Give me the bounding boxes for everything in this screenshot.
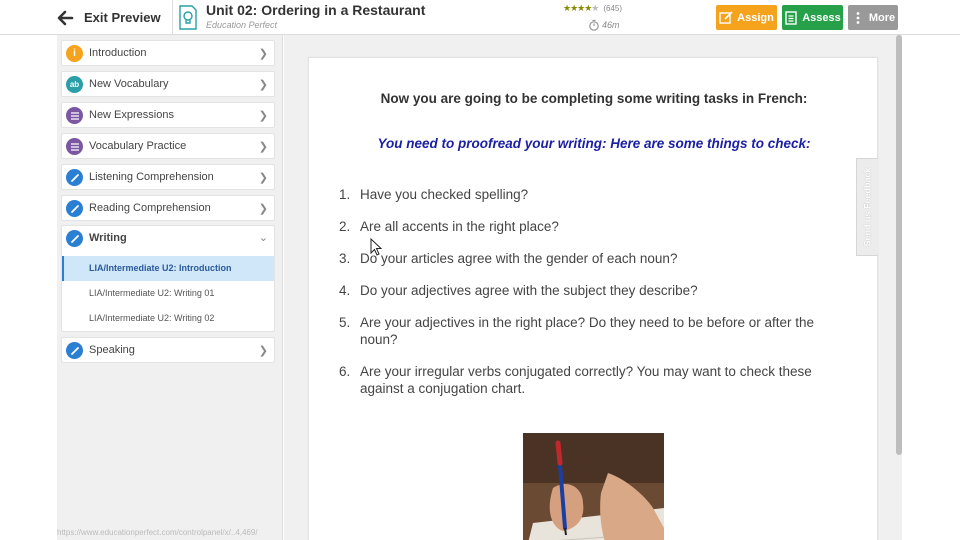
sidebar-item-label: Reading Comprehension — [89, 202, 211, 214]
sidebar-group-writing: Writing ⌄ LIA/Intermediate U2: Introduct… — [61, 225, 275, 332]
duration-text: 46m — [602, 20, 620, 30]
sidebar-item-new-expressions[interactable]: New Expressions ❯ — [61, 102, 275, 128]
content-page: Now you are going to be completing some … — [308, 57, 878, 540]
content-instruction: You need to proofread your writing: Here… — [377, 136, 811, 151]
assess-button[interactable]: Assess — [782, 5, 843, 30]
info-icon: i — [66, 45, 83, 62]
pencil-icon — [66, 342, 83, 359]
sidebar-item-reading-comprehension[interactable]: Reading Comprehension ❯ — [61, 195, 275, 221]
list-item: 2. Are all accents in the right place? — [339, 219, 559, 234]
sidebar-item-writing[interactable]: Writing ⌄ — [62, 226, 274, 252]
sidebar-item-speaking[interactable]: Speaking ❯ — [61, 337, 275, 363]
sidebar-subitem-label: LIA/Intermediate U2: Writing 01 — [89, 288, 215, 298]
chevron-right-icon: ❯ — [258, 48, 268, 60]
mouse-cursor-icon — [370, 238, 382, 256]
stopwatch-icon — [589, 19, 599, 31]
list-item: 4. Do your adjectives agree with the subj… — [339, 283, 698, 298]
main-content: Now you are going to be completing some … — [284, 35, 902, 540]
pencil-icon — [66, 230, 83, 247]
sidebar-item-label: Vocabulary Practice — [89, 140, 187, 152]
assign-icon — [719, 10, 733, 24]
chevron-right-icon: ❯ — [258, 203, 268, 215]
chevron-right-icon: ❯ — [258, 172, 268, 184]
more-vertical-icon — [856, 11, 860, 24]
sidebar-item-listening-comprehension[interactable]: Listening Comprehension ❯ — [61, 164, 275, 190]
status-bar-url: https://www.educationperfect.com/control… — [57, 528, 258, 537]
divider — [172, 0, 173, 35]
content-scrollbar[interactable] — [896, 35, 902, 455]
sidebar-subitem-writing-02[interactable]: LIA/Intermediate U2: Writing 02 — [62, 306, 274, 331]
chevron-right-icon: ❯ — [258, 141, 268, 153]
pencil-icon — [66, 200, 83, 217]
sidebar-item-label: Introduction — [89, 47, 147, 59]
sidebar-subitem-writing-introduction[interactable]: LIA/Intermediate U2: Introduction — [62, 256, 274, 281]
lesson-sidebar: i Introduction ❯ ab New Vocabulary ❯ New… — [57, 35, 283, 540]
list-item: 1. Have you checked spelling? — [339, 187, 529, 202]
sidebar-item-label: Speaking — [89, 344, 135, 356]
back-arrow-icon — [57, 10, 74, 25]
sidebar-item-label: New Vocabulary — [89, 78, 169, 90]
duration: 46m — [588, 19, 620, 31]
lesson-lightbulb-icon — [179, 5, 197, 30]
sidebar-item-introduction[interactable]: i Introduction ❯ — [61, 40, 275, 66]
chevron-right-icon: ❯ — [258, 79, 268, 91]
more-label: More — [868, 11, 896, 24]
feedback-label: Send us Feedback — [862, 167, 873, 247]
sidebar-item-label: New Expressions — [89, 109, 174, 121]
list-item: 6. Are your irregular verbs conjugated co… — [339, 364, 812, 396]
assign-label: Assign — [737, 11, 774, 24]
assign-button[interactable]: Assign — [716, 5, 777, 30]
assess-label: Assess — [802, 11, 841, 24]
send-feedback-tab[interactable]: Send us Feedback — [856, 158, 878, 256]
chevron-right-icon: ❯ — [258, 110, 268, 122]
pencil-icon — [66, 169, 83, 186]
sidebar-subitem-label: LIA/Intermediate U2: Introduction — [89, 263, 232, 273]
sidebar-subitem-label: LIA/Intermediate U2: Writing 02 — [89, 313, 215, 323]
proofread-checklist: 1. Have you checked spelling? 2. Are all a… — [339, 186, 849, 412]
list-icon — [66, 107, 83, 124]
list-item: 3. Do your articles agree with the gender… — [339, 251, 678, 266]
clipboard-icon — [785, 10, 797, 25]
sidebar-subitem-writing-01[interactable]: LIA/Intermediate U2: Writing 01 — [62, 281, 274, 306]
rating[interactable]: ★★★★★ (645) — [563, 3, 622, 14]
lesson-publisher: Education Perfect — [206, 20, 278, 30]
list-item: 5. Are your adjectives in the right place… — [339, 315, 815, 347]
sidebar-item-new-vocabulary[interactable]: ab New Vocabulary ❯ — [61, 71, 275, 97]
chevron-right-icon: ❯ — [258, 345, 268, 357]
exit-preview-label: Exit Preview — [84, 10, 161, 25]
sidebar-item-label: Listening Comprehension — [89, 171, 214, 183]
vocabulary-icon: ab — [66, 76, 83, 93]
more-button[interactable]: More — [848, 5, 898, 30]
sidebar-item-label: Writing — [89, 232, 127, 244]
content-heading: Now you are going to be completing some … — [380, 91, 808, 106]
rating-count: (645) — [603, 4, 623, 13]
chevron-down-icon: ⌄ — [258, 232, 268, 244]
lesson-title: Unit 02: Ordering in a Restaurant — [206, 2, 426, 18]
exit-preview-button[interactable]: Exit Preview — [56, 0, 170, 35]
app-window: Exit Preview Unit 02: Ordering in a Rest… — [0, 0, 960, 540]
top-bar: Exit Preview Unit 02: Ordering in a Rest… — [0, 0, 960, 35]
writing-hand-image — [523, 433, 664, 540]
sidebar-item-vocabulary-practice[interactable]: Vocabulary Practice ❯ — [61, 133, 275, 159]
list-icon — [66, 138, 83, 155]
rating-stars: ★★★★★ — [563, 3, 599, 13]
